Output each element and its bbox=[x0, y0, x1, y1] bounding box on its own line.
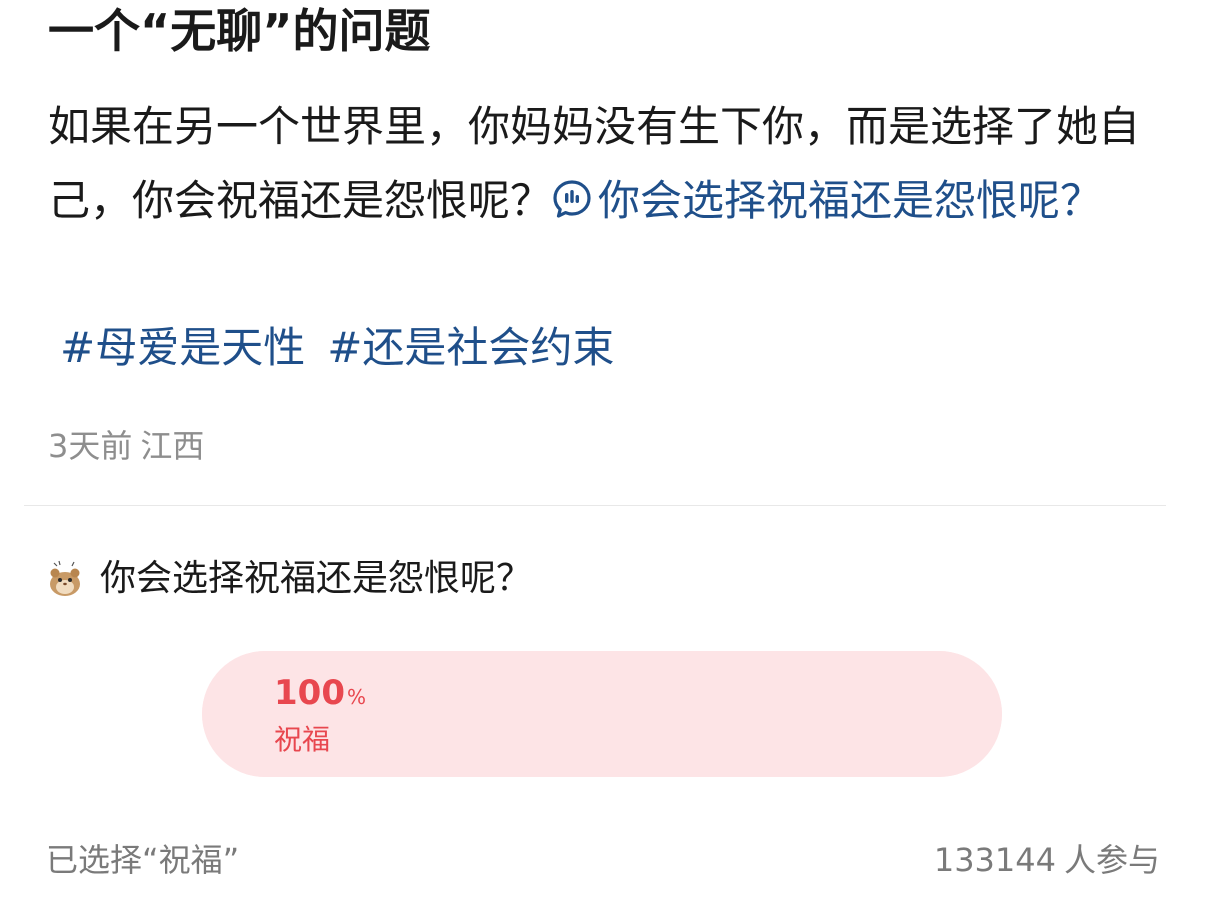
poll-percent-value: 100 bbox=[274, 673, 345, 713]
poll-header: 你会选择祝福还是怨恨呢？ bbox=[44, 556, 532, 602]
topic-link-label: 你会选择祝福还是怨恨呢？ bbox=[598, 176, 1103, 225]
participant-number: 133144 bbox=[933, 841, 1056, 879]
hashtag-list: #母爱是天性 #还是社会约束 bbox=[60, 318, 636, 378]
poll-question: 你会选择祝福还是怨恨呢？ bbox=[100, 558, 533, 599]
topic-bubble-icon bbox=[553, 180, 591, 218]
hashtag-link[interactable]: #还是社会约束 bbox=[327, 323, 614, 372]
post-meta: 3天前 江西 bbox=[48, 424, 204, 468]
post-time: 3天前 bbox=[48, 427, 133, 465]
topic-link[interactable]: 你会选择祝福还是怨恨呢？ bbox=[552, 176, 1102, 225]
poll-selection-status: 已选择“祝福” bbox=[46, 841, 240, 879]
poll-option-percent: 100% bbox=[274, 671, 366, 719]
post-body: 如果在另一个世界里，你妈妈没有生下你，而是选择了她自己，你会祝福还是怨恨呢？ 你… bbox=[48, 90, 1158, 238]
poll-percent-sign: % bbox=[346, 685, 366, 709]
divider bbox=[24, 505, 1166, 506]
poll-option[interactable]: 100% 祝福 bbox=[202, 651, 1002, 777]
poll-participant-count: 133144 人参与 bbox=[934, 838, 1160, 882]
participant-suffix: 人参与 bbox=[1063, 841, 1160, 879]
post-title: 一个“无聊”的问题 bbox=[48, 4, 431, 58]
poll-option-label: 祝福 bbox=[274, 723, 331, 756]
hamster-avatar-icon bbox=[50, 560, 80, 596]
post-location: 江西 bbox=[140, 427, 205, 465]
hashtag-link[interactable]: #母爱是天性 bbox=[60, 323, 305, 372]
